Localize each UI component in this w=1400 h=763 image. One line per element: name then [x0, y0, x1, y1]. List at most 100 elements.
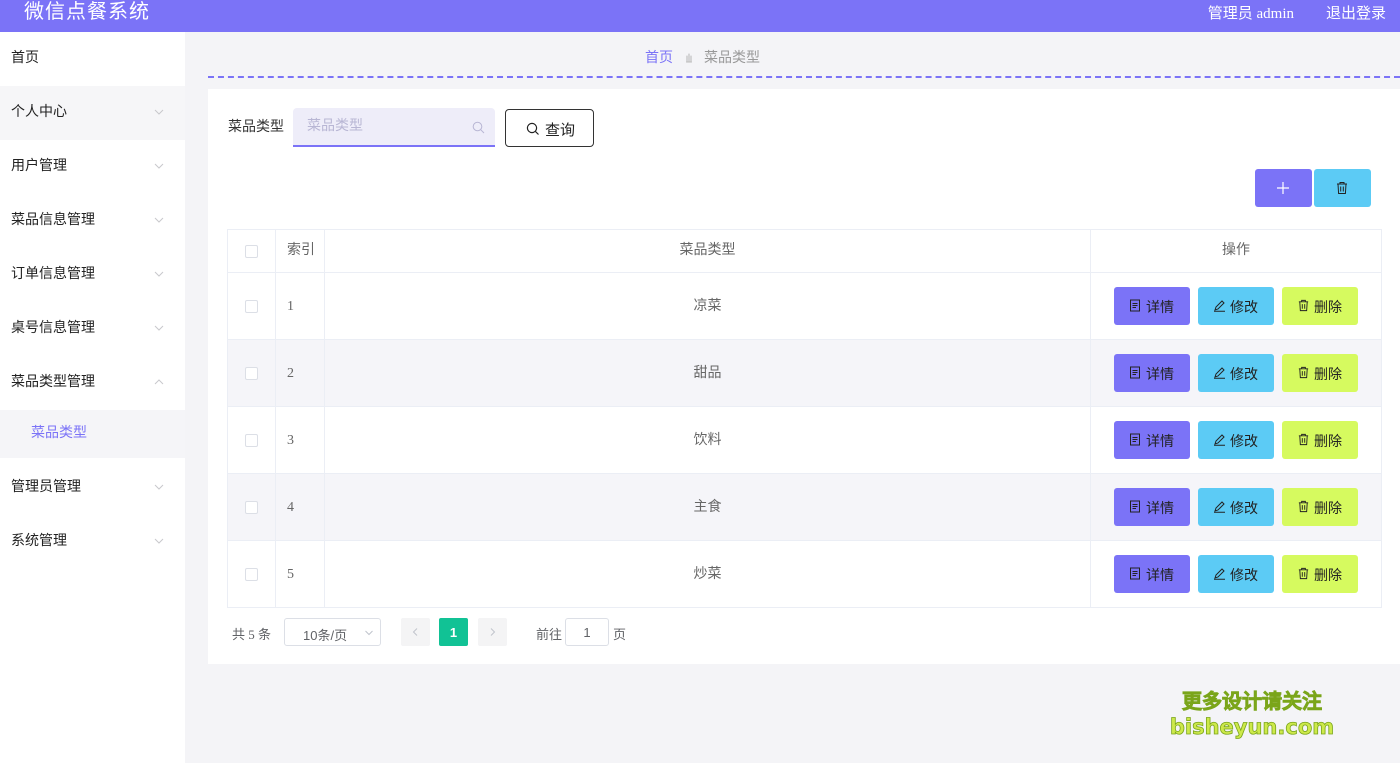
sidebar-item-user-management[interactable]: 用户管理 — [0, 140, 185, 194]
row-check-cell — [228, 273, 276, 339]
watermark-line1: 更多设计请关注 — [1182, 689, 1322, 713]
chevron-down-icon — [154, 163, 164, 169]
pencil-icon — [1214, 568, 1225, 580]
chevron-left-icon — [412, 628, 418, 636]
detail-button[interactable]: 详情 — [1114, 488, 1190, 526]
pencil-icon — [1214, 434, 1225, 446]
sidebar-item-order-info[interactable]: 订单信息管理 — [0, 248, 185, 302]
user-info: 管理员 admin — [1207, 6, 1294, 22]
row-index-cell: 2 — [276, 340, 325, 406]
edit-label: 修改 — [1230, 299, 1258, 315]
delete-label: 删除 — [1314, 500, 1342, 516]
delete-label: 删除 — [1314, 299, 1342, 315]
document-icon — [1130, 567, 1140, 580]
query-button[interactable]: 查询 — [505, 109, 594, 147]
row-checkbox[interactable] — [245, 434, 258, 447]
sidebar-item-label: 菜品类型管理 — [11, 375, 95, 390]
page-size-value: 10条/页 — [303, 628, 348, 643]
detail-button[interactable]: 详情 — [1114, 555, 1190, 593]
row-checkbox[interactable] — [245, 300, 258, 313]
sidebar-item-label: 菜品信息管理 — [11, 213, 95, 228]
row-type: 凉菜 — [693, 299, 722, 314]
sidebar-item-label: 系统管理 — [11, 534, 67, 549]
sidebar-item-label: 订单信息管理 — [11, 267, 95, 282]
row-checkbox[interactable] — [245, 501, 258, 514]
row-index-cell: 4 — [276, 474, 325, 540]
sidebar-item-system-management[interactable]: 系统管理 — [0, 515, 185, 569]
top-header: 微信点餐系统 管理员 admin 退出登录 — [0, 0, 1400, 32]
row-index-cell: 5 — [276, 541, 325, 607]
chevron-down-icon — [154, 217, 164, 223]
prev-page-button[interactable] — [401, 618, 430, 646]
batch-delete-button[interactable] — [1314, 169, 1371, 207]
document-icon — [1130, 366, 1140, 379]
row-index-cell: 3 — [276, 407, 325, 473]
edit-button[interactable]: 修改 — [1198, 488, 1274, 526]
chevron-down-icon — [154, 538, 164, 544]
chevron-up-icon — [154, 379, 164, 385]
delete-button[interactable]: 删除 — [1282, 488, 1358, 526]
dish-type-table: 索引 菜品类型 操作 1 凉菜 详情 修改 删除 2 甜品 详情 修改 删除 3… — [227, 229, 1382, 608]
column-header: 操作 — [1222, 243, 1250, 258]
next-page-button[interactable] — [478, 618, 507, 646]
dish-type-search-input[interactable] — [293, 108, 495, 147]
add-button[interactable] — [1255, 169, 1312, 207]
trash-icon — [1337, 182, 1347, 194]
logout-link[interactable]: 退出登录 — [1326, 2, 1386, 23]
edit-button[interactable]: 修改 — [1198, 287, 1274, 325]
sidebar-item-label: 首页 — [11, 51, 39, 66]
edit-button[interactable]: 修改 — [1198, 421, 1274, 459]
chevron-down-icon — [154, 109, 164, 115]
edit-button[interactable]: 修改 — [1198, 354, 1274, 392]
detail-label: 详情 — [1146, 299, 1174, 315]
select-all-checkbox[interactable] — [245, 245, 258, 258]
delete-button[interactable]: 删除 — [1282, 421, 1358, 459]
breadcrumb-home[interactable]: 首页 — [645, 51, 673, 66]
row-type: 主食 — [693, 500, 722, 515]
header-cell-check — [228, 230, 276, 272]
row-checkbox[interactable] — [245, 367, 258, 380]
sidebar-item-table-number[interactable]: 桌号信息管理 — [0, 302, 185, 356]
sidebar: 首页 个人中心 用户管理 菜品信息管理 订单信息管理 桌号信息管理 菜品类型管理… — [0, 32, 185, 763]
detail-button[interactable]: 详情 — [1114, 287, 1190, 325]
row-type-cell: 炒菜 — [325, 541, 1091, 607]
delete-button[interactable]: 删除 — [1282, 287, 1358, 325]
chevron-right-icon — [490, 628, 496, 636]
edit-button[interactable]: 修改 — [1198, 555, 1274, 593]
row-index: 4 — [287, 500, 294, 515]
sidebar-item-dish-info[interactable]: 菜品信息管理 — [0, 194, 185, 248]
delete-label: 删除 — [1314, 567, 1342, 583]
delete-button[interactable]: 删除 — [1282, 354, 1358, 392]
page-number-button[interactable]: 1 — [439, 618, 468, 646]
detail-button[interactable]: 详情 — [1114, 354, 1190, 392]
sidebar-item-label: 管理员管理 — [11, 480, 81, 495]
document-icon — [1130, 433, 1140, 446]
delete-button[interactable]: 删除 — [1282, 555, 1358, 593]
goto-page-input[interactable] — [565, 618, 609, 646]
pencil-icon — [1214, 501, 1225, 513]
breadcrumb-divider — [208, 76, 1400, 78]
sidebar-item-admin-management[interactable]: 管理员管理 — [0, 461, 185, 515]
sidebar-item-dish-type-management[interactable]: 菜品类型管理 — [0, 356, 185, 410]
pencil-icon — [1214, 367, 1225, 379]
delete-label: 删除 — [1314, 366, 1342, 382]
row-index: 1 — [287, 299, 294, 314]
search-icon — [526, 122, 539, 135]
sidebar-item-home[interactable]: 首页 — [0, 32, 185, 86]
goto-label: 前往 — [536, 627, 563, 642]
page-size-select[interactable]: 10条/页 — [284, 618, 381, 646]
goto-suffix: 页 — [613, 627, 627, 642]
row-checkbox[interactable] — [245, 568, 258, 581]
detail-label: 详情 — [1146, 433, 1174, 449]
delete-label: 删除 — [1314, 433, 1342, 449]
detail-button[interactable]: 详情 — [1114, 421, 1190, 459]
column-header: 菜品类型 — [679, 243, 736, 258]
sidebar-subitem-dish-type[interactable]: 菜品类型 — [0, 410, 185, 458]
row-actions-cell: 详情 修改 删除 — [1091, 273, 1381, 339]
watermark-line2: bisheyun.com — [1170, 715, 1334, 739]
trash-icon — [1298, 567, 1309, 580]
detail-label: 详情 — [1146, 366, 1174, 382]
sidebar-item-personal-center[interactable]: 个人中心 — [0, 86, 185, 140]
row-actions-cell: 详情 修改 删除 — [1091, 340, 1381, 406]
row-index: 2 — [287, 366, 294, 381]
